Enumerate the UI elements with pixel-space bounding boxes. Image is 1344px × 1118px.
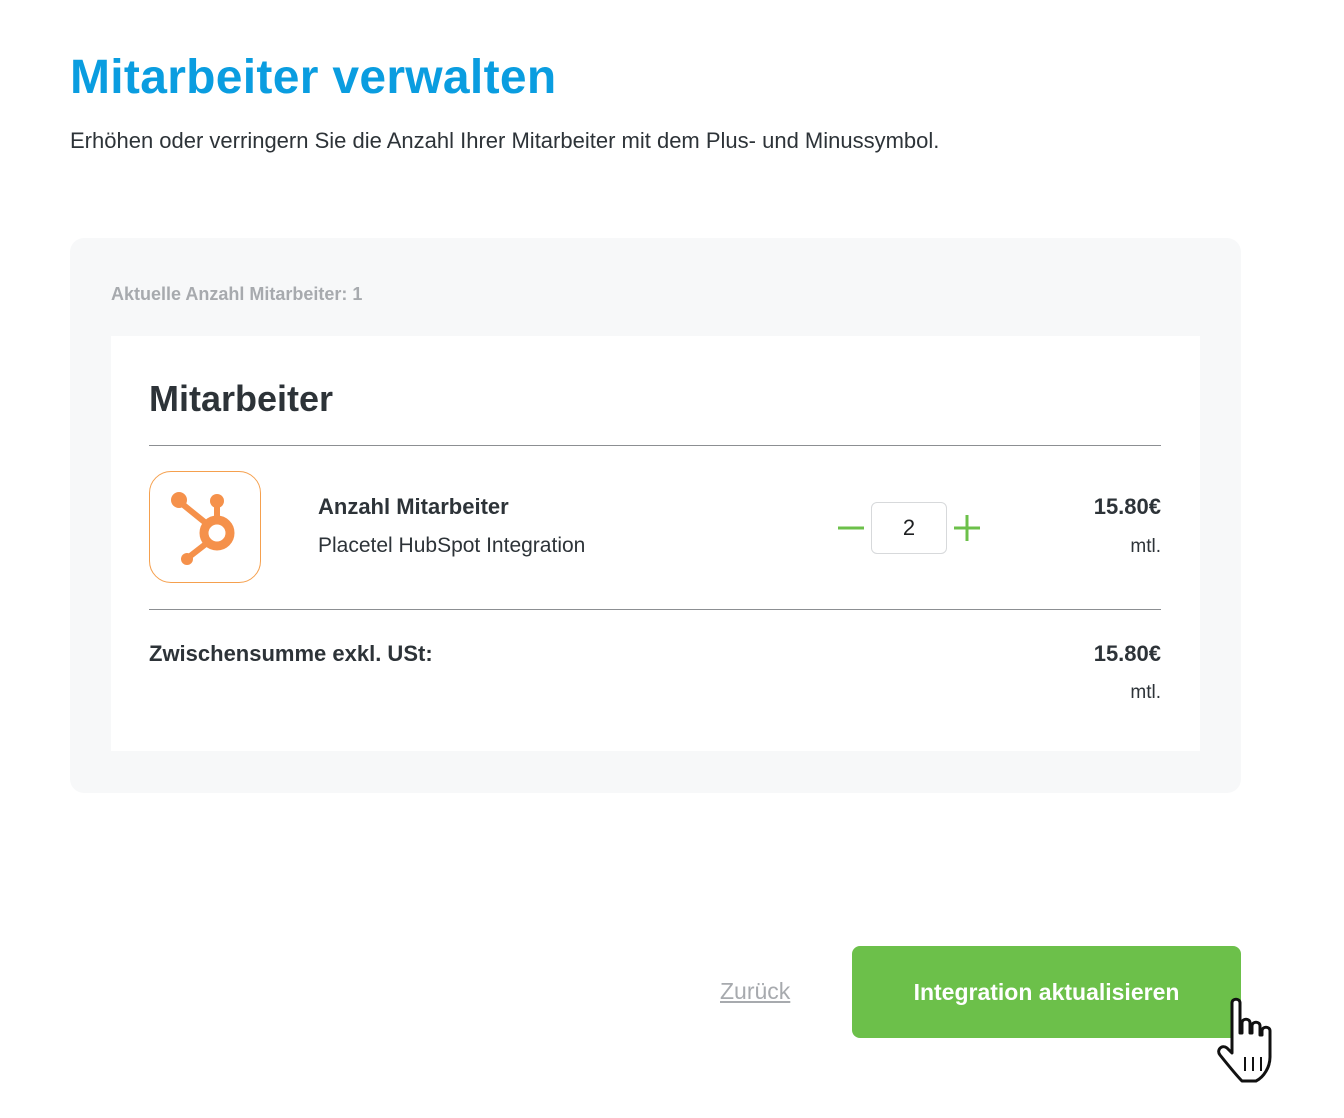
quantity-input[interactable] <box>871 502 947 554</box>
hubspot-sprocket-icon <box>149 471 261 583</box>
subtotal-price-unit: mtl. <box>1130 682 1161 703</box>
product-price: 15.80€ <box>1093 494 1161 519</box>
back-link[interactable]: Zurück <box>720 978 790 1005</box>
hand-pointer-cursor-icon <box>1217 997 1272 1083</box>
page-title: Mitarbeiter verwalten <box>70 51 557 104</box>
hubspot-sprocket-icon-svg <box>171 492 235 565</box>
employee-card: Mitarbeiter Anzahl Mitarbeiter Placetel … <box>111 336 1200 751</box>
subtotal-price: 15.80€ <box>1093 641 1161 666</box>
decrement-button[interactable] <box>831 508 871 548</box>
divider <box>149 445 1161 446</box>
subtotal-label: Zwischensumme exkl. USt: <box>149 641 433 666</box>
page-subtitle: Erhöhen oder verringern Sie die Anzahl I… <box>70 128 940 153</box>
quantity-stepper <box>831 502 987 554</box>
product-name: Anzahl Mitarbeiter <box>318 494 509 519</box>
plus-icon <box>954 515 980 541</box>
card-title: Mitarbeiter <box>149 378 334 419</box>
employee-panel: Aktuelle Anzahl Mitarbeiter: 1 Mitarbeit… <box>70 238 1241 793</box>
manage-employees-page: Mitarbeiter verwalten Erhöhen oder verri… <box>0 0 1344 1118</box>
current-employee-count: Aktuelle Anzahl Mitarbeiter: 1 <box>111 284 363 304</box>
minus-icon <box>838 526 864 530</box>
product-price-unit: mtl. <box>1130 536 1161 557</box>
update-integration-button[interactable]: Integration aktualisieren <box>852 946 1241 1038</box>
divider <box>149 609 1161 610</box>
product-description: Placetel HubSpot Integration <box>318 534 586 557</box>
increment-button[interactable] <box>947 508 987 548</box>
